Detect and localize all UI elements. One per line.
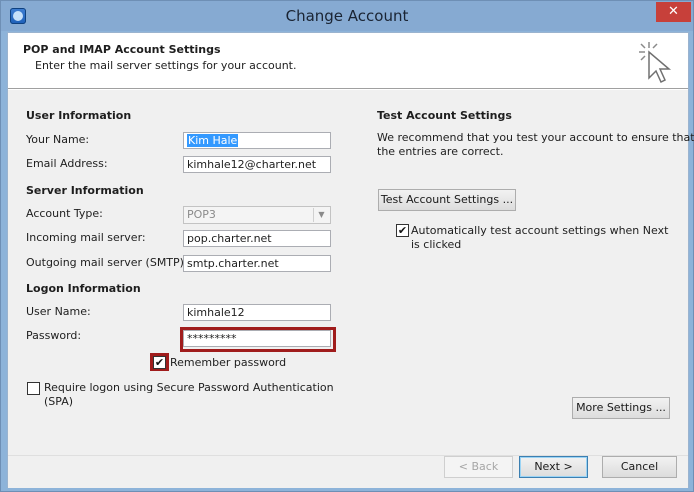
email-field[interactable]: kimhale12@charter.net bbox=[183, 156, 331, 173]
test-description-line2: the entries are correct. bbox=[377, 145, 504, 158]
username-field[interactable]: kimhale12 bbox=[183, 304, 331, 321]
incoming-server-value: pop.charter.net bbox=[187, 232, 272, 245]
password-highlight-box bbox=[180, 327, 336, 352]
incoming-server-field[interactable]: pop.charter.net bbox=[183, 230, 331, 247]
remember-password-label[interactable]: Remember password bbox=[170, 356, 286, 369]
close-button[interactable]: ✕ bbox=[656, 2, 691, 22]
title-bar[interactable]: Change Account ✕ bbox=[1, 1, 693, 31]
cursor-click-icon bbox=[639, 42, 672, 84]
dialog-footer: < Back Next > Cancel bbox=[8, 455, 688, 488]
header-subtitle: Enter the mail server settings for your … bbox=[35, 59, 297, 72]
password-label: Password: bbox=[26, 329, 82, 342]
next-button[interactable]: Next > bbox=[519, 456, 588, 478]
dialog-client: POP and IMAP Account Settings Enter the … bbox=[7, 32, 694, 488]
spa-checkbox[interactable] bbox=[27, 382, 40, 395]
outgoing-server-value: smtp.charter.net bbox=[187, 257, 279, 270]
user-info-heading: User Information bbox=[26, 109, 132, 122]
username-value: kimhale12 bbox=[187, 306, 245, 319]
test-description-line1: We recommend that you test your account … bbox=[377, 131, 694, 144]
auto-test-label-line1[interactable]: Automatically test account settings when… bbox=[411, 224, 668, 237]
account-type-value: POP3 bbox=[187, 208, 216, 221]
chevron-down-icon: ▼ bbox=[313, 208, 329, 222]
account-type-select: POP3 ▼ bbox=[183, 206, 331, 224]
checkmark-icon: ✔ bbox=[397, 224, 408, 237]
logon-info-heading: Logon Information bbox=[26, 282, 141, 295]
cancel-button[interactable]: Cancel bbox=[602, 456, 677, 478]
outgoing-server-field[interactable]: smtp.charter.net bbox=[183, 255, 331, 272]
dialog-header: POP and IMAP Account Settings Enter the … bbox=[8, 33, 688, 88]
server-info-heading: Server Information bbox=[26, 184, 144, 197]
settings-body: User Information Your Name: Kim Hale Ema… bbox=[8, 90, 694, 455]
incoming-server-label: Incoming mail server: bbox=[26, 231, 146, 244]
header-title: POP and IMAP Account Settings bbox=[23, 43, 221, 56]
outgoing-server-label: Outgoing mail server (SMTP): bbox=[26, 256, 188, 269]
checkmark-icon: ✔ bbox=[154, 356, 165, 369]
your-name-value: Kim Hale bbox=[187, 134, 239, 147]
auto-test-checkbox[interactable]: ✔ bbox=[396, 224, 409, 237]
remember-password-checkbox[interactable]: ✔ bbox=[153, 356, 166, 369]
test-account-settings-button[interactable]: Test Account Settings ... bbox=[378, 189, 516, 211]
email-label: Email Address: bbox=[26, 157, 108, 170]
more-settings-button[interactable]: More Settings ... bbox=[572, 397, 670, 419]
spa-label-line2[interactable]: (SPA) bbox=[44, 395, 73, 408]
test-settings-heading: Test Account Settings bbox=[377, 109, 512, 122]
spa-label-line1[interactable]: Require logon using Secure Password Auth… bbox=[44, 381, 334, 394]
auto-test-label-line2[interactable]: is clicked bbox=[411, 238, 461, 251]
account-type-label: Account Type: bbox=[26, 207, 103, 220]
your-name-field[interactable]: Kim Hale bbox=[183, 132, 331, 149]
your-name-label: Your Name: bbox=[26, 133, 90, 146]
close-icon: ✕ bbox=[668, 4, 679, 19]
username-label: User Name: bbox=[26, 305, 91, 318]
back-button[interactable]: < Back bbox=[444, 456, 513, 478]
change-account-window: Change Account ✕ POP and IMAP Account Se… bbox=[0, 0, 694, 492]
window-title: Change Account bbox=[285, 7, 409, 25]
email-value: kimhale12@charter.net bbox=[187, 158, 317, 171]
